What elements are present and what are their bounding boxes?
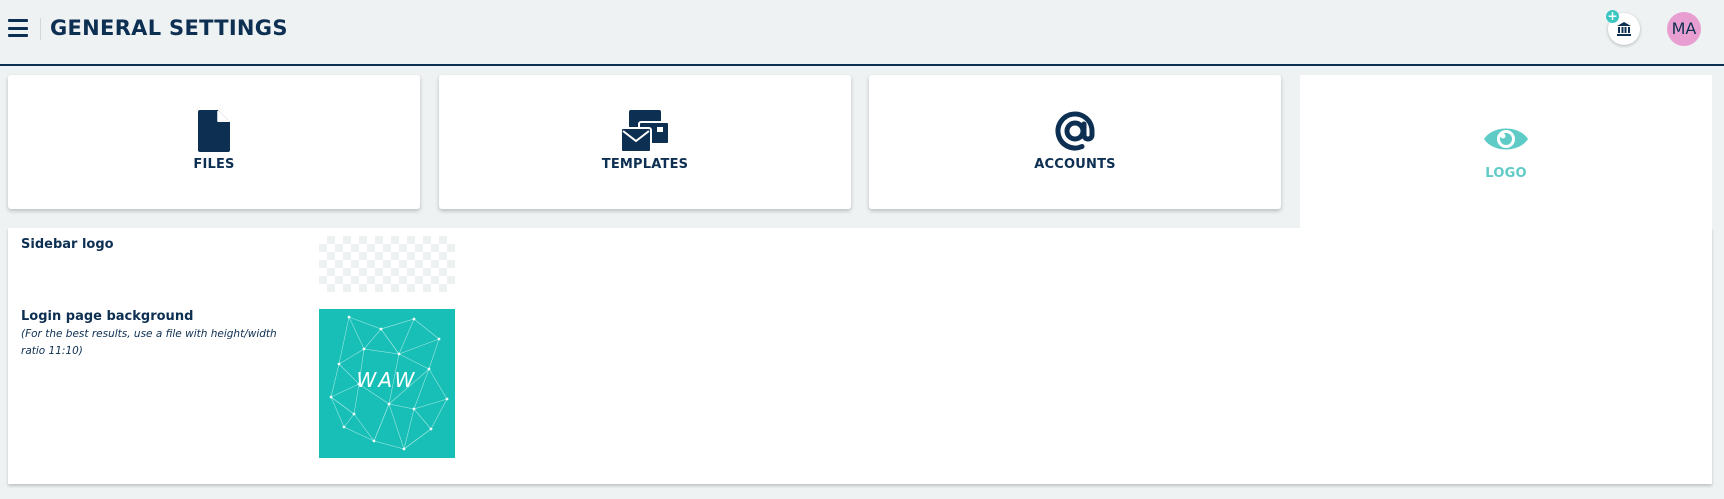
network-pattern: WAW	[329, 315, 449, 451]
at-icon	[1055, 111, 1095, 151]
hamburger-icon[interactable]	[8, 19, 28, 37]
bank-icon	[1617, 22, 1631, 36]
tab-logo[interactable]: LOGO	[1300, 75, 1712, 228]
file-icon	[198, 110, 230, 152]
tab-accounts-label: ACCOUNTS	[1034, 157, 1116, 172]
sidebar-logo-label: Sidebar logo	[21, 237, 114, 252]
sidebar-logo-preview[interactable]	[319, 236, 455, 292]
tab-templates-label: TEMPLATES	[601, 157, 689, 172]
login-bg-image-text: WAW	[357, 368, 418, 392]
logo-settings-panel: Sidebar logo Login page background (For …	[8, 228, 1712, 484]
header-divider	[40, 18, 41, 40]
tab-files-label: FILES	[193, 157, 235, 172]
top-bar: GENERAL SETTINGS + MA	[0, 0, 1724, 66]
add-icon[interactable]: +	[1606, 10, 1619, 23]
avatar[interactable]: MA	[1667, 12, 1701, 46]
eye-icon	[1484, 128, 1528, 150]
tab-logo-label: LOGO	[1485, 166, 1527, 181]
tab-files[interactable]: FILES	[8, 75, 420, 209]
page-title: GENERAL SETTINGS	[50, 16, 288, 40]
login-bg-preview[interactable]: WAW	[319, 309, 455, 458]
login-bg-label: Login page background	[21, 309, 194, 324]
tab-accounts[interactable]: ACCOUNTS	[869, 75, 1281, 209]
login-bg-note: (For the best results, use a file with h…	[21, 328, 277, 357]
tab-templates[interactable]: TEMPLATES	[439, 75, 851, 209]
envelopes-icon	[621, 110, 669, 152]
